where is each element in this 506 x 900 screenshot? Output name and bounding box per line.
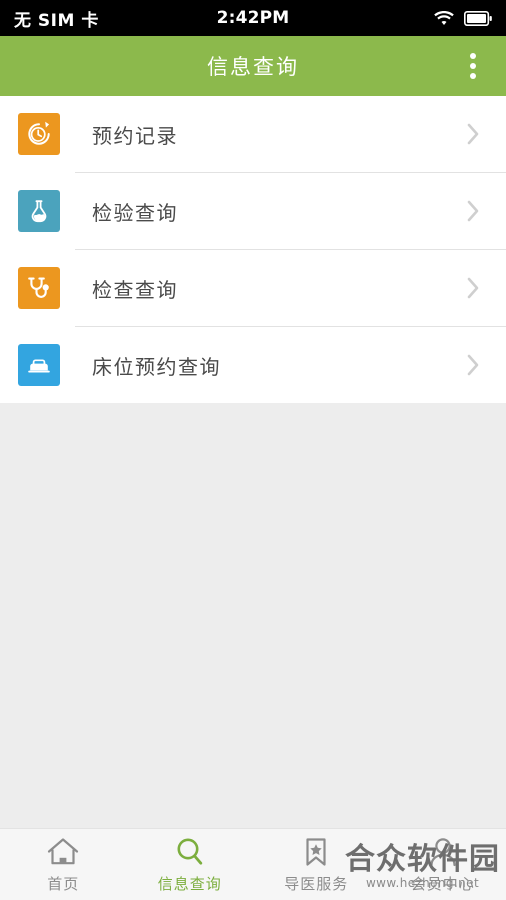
bed-icon <box>18 344 60 386</box>
tab-label: 导医服务 <box>284 874 349 893</box>
overflow-menu-icon[interactable] <box>462 47 484 85</box>
user-icon <box>430 837 456 866</box>
status-bar: 无 SIM 卡 2:42PM <box>0 0 506 36</box>
flask-icon <box>18 190 60 232</box>
content-empty-area <box>0 403 506 803</box>
bottom-tab-bar: 首页 信息查询 导医服务 会员中心 <box>0 828 506 900</box>
search-icon <box>177 838 202 865</box>
home-icon <box>48 837 79 864</box>
list-item-label: 检查查询 <box>92 277 178 302</box>
chevron-right-icon <box>467 354 479 376</box>
list-item-label: 预约记录 <box>92 123 178 148</box>
clock-history-icon <box>18 113 60 155</box>
tab-label: 信息查询 <box>157 874 222 893</box>
phone-screen: 无 SIM 卡 2:42PM 信息查询 预约记录 检验查询 检查查询 床位预约查… <box>0 0 506 900</box>
page-title: 信息查询 <box>207 55 299 79</box>
tab-info-query[interactable]: 信息查询 <box>127 829 254 900</box>
tab-guide-service[interactable]: 导医服务 <box>253 829 380 900</box>
list-item-appointment-records[interactable]: 预约记录 <box>0 96 506 172</box>
list-item-examination-query[interactable]: 检查查询 <box>0 250 506 326</box>
chevron-right-icon <box>467 277 479 299</box>
tab-label: 会员中心 <box>410 874 475 893</box>
list-item-lab-test-query[interactable]: 检验查询 <box>0 173 506 249</box>
chevron-right-icon <box>467 200 479 222</box>
tab-member-center[interactable]: 会员中心 <box>380 829 506 900</box>
list-item-label: 床位预约查询 <box>92 354 221 379</box>
status-indicators <box>433 10 492 26</box>
carrier-label: 无 SIM 卡 <box>14 10 99 31</box>
chevron-right-icon <box>467 123 479 145</box>
list-item-bed-reservation-query[interactable]: 床位预约查询 <box>0 327 506 403</box>
wifi-icon <box>433 10 455 26</box>
query-list: 预约记录 检验查询 检查查询 床位预约查询 <box>0 96 506 403</box>
list-item-label: 检验查询 <box>92 200 178 225</box>
battery-icon <box>464 10 492 26</box>
bookmark-star-icon <box>306 837 326 866</box>
tab-label: 首页 <box>47 874 80 893</box>
stethoscope-icon <box>18 267 60 309</box>
app-header: 信息查询 <box>0 36 506 96</box>
tab-home[interactable]: 首页 <box>0 829 127 900</box>
